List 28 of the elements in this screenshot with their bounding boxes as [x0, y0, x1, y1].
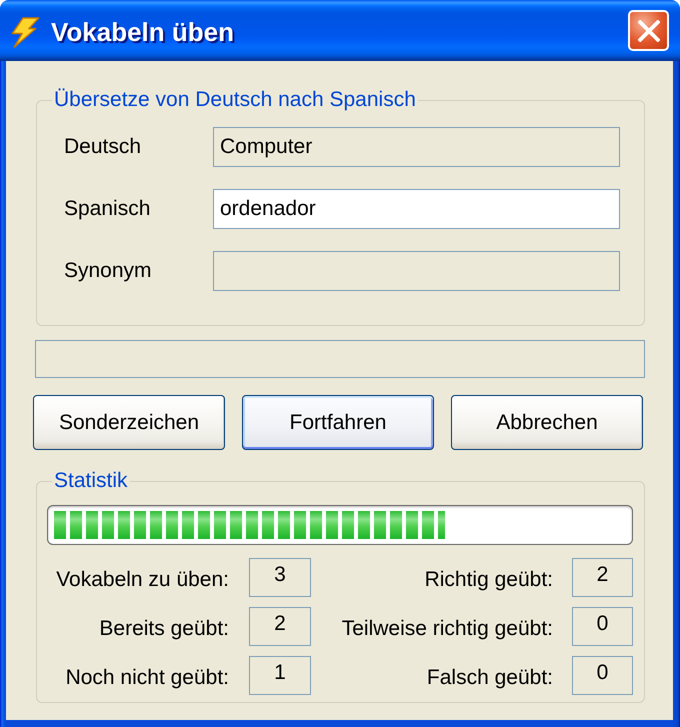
dialog-button[interactable]: Fortfahren: [242, 395, 434, 450]
field-label: Deutsch: [64, 135, 142, 159]
close-icon: [638, 20, 660, 42]
field-label: Spanisch: [64, 197, 150, 221]
close-button[interactable]: [628, 10, 669, 51]
group-title: Übersetze von Deutsch nach Spanisch: [53, 88, 417, 112]
counter-value: 0: [572, 607, 633, 646]
counter-label: Vokabeln zu üben:: [56, 568, 229, 592]
counter-label: Noch nicht geübt:: [66, 666, 229, 690]
counter-value: 2: [572, 558, 633, 597]
text-field[interactable]: Computer: [213, 127, 620, 167]
counter-label: Richtig geübt:: [424, 568, 553, 592]
message-field[interactable]: [35, 340, 645, 378]
field-label: Synonym: [64, 259, 152, 283]
counter-label: Falsch geübt:: [426, 666, 553, 690]
counter-value: 3: [249, 558, 311, 597]
group-title: Statistik: [53, 469, 129, 493]
dialog-button[interactable]: Sonderzeichen: [33, 395, 225, 450]
dialog-button[interactable]: Abbrechen: [451, 395, 643, 450]
window-title: Vokabeln üben: [51, 16, 234, 48]
lightning-icon: [10, 16, 41, 48]
counter-value: 2: [249, 607, 311, 646]
text-field[interactable]: ordenador: [213, 189, 620, 229]
counter-value: 1: [249, 656, 311, 695]
counter-label: Teilweise richtig geübt:: [342, 617, 553, 641]
counter-label: Bereits geübt:: [99, 617, 229, 641]
text-field[interactable]: [213, 251, 620, 291]
counter-value: 0: [572, 656, 633, 695]
